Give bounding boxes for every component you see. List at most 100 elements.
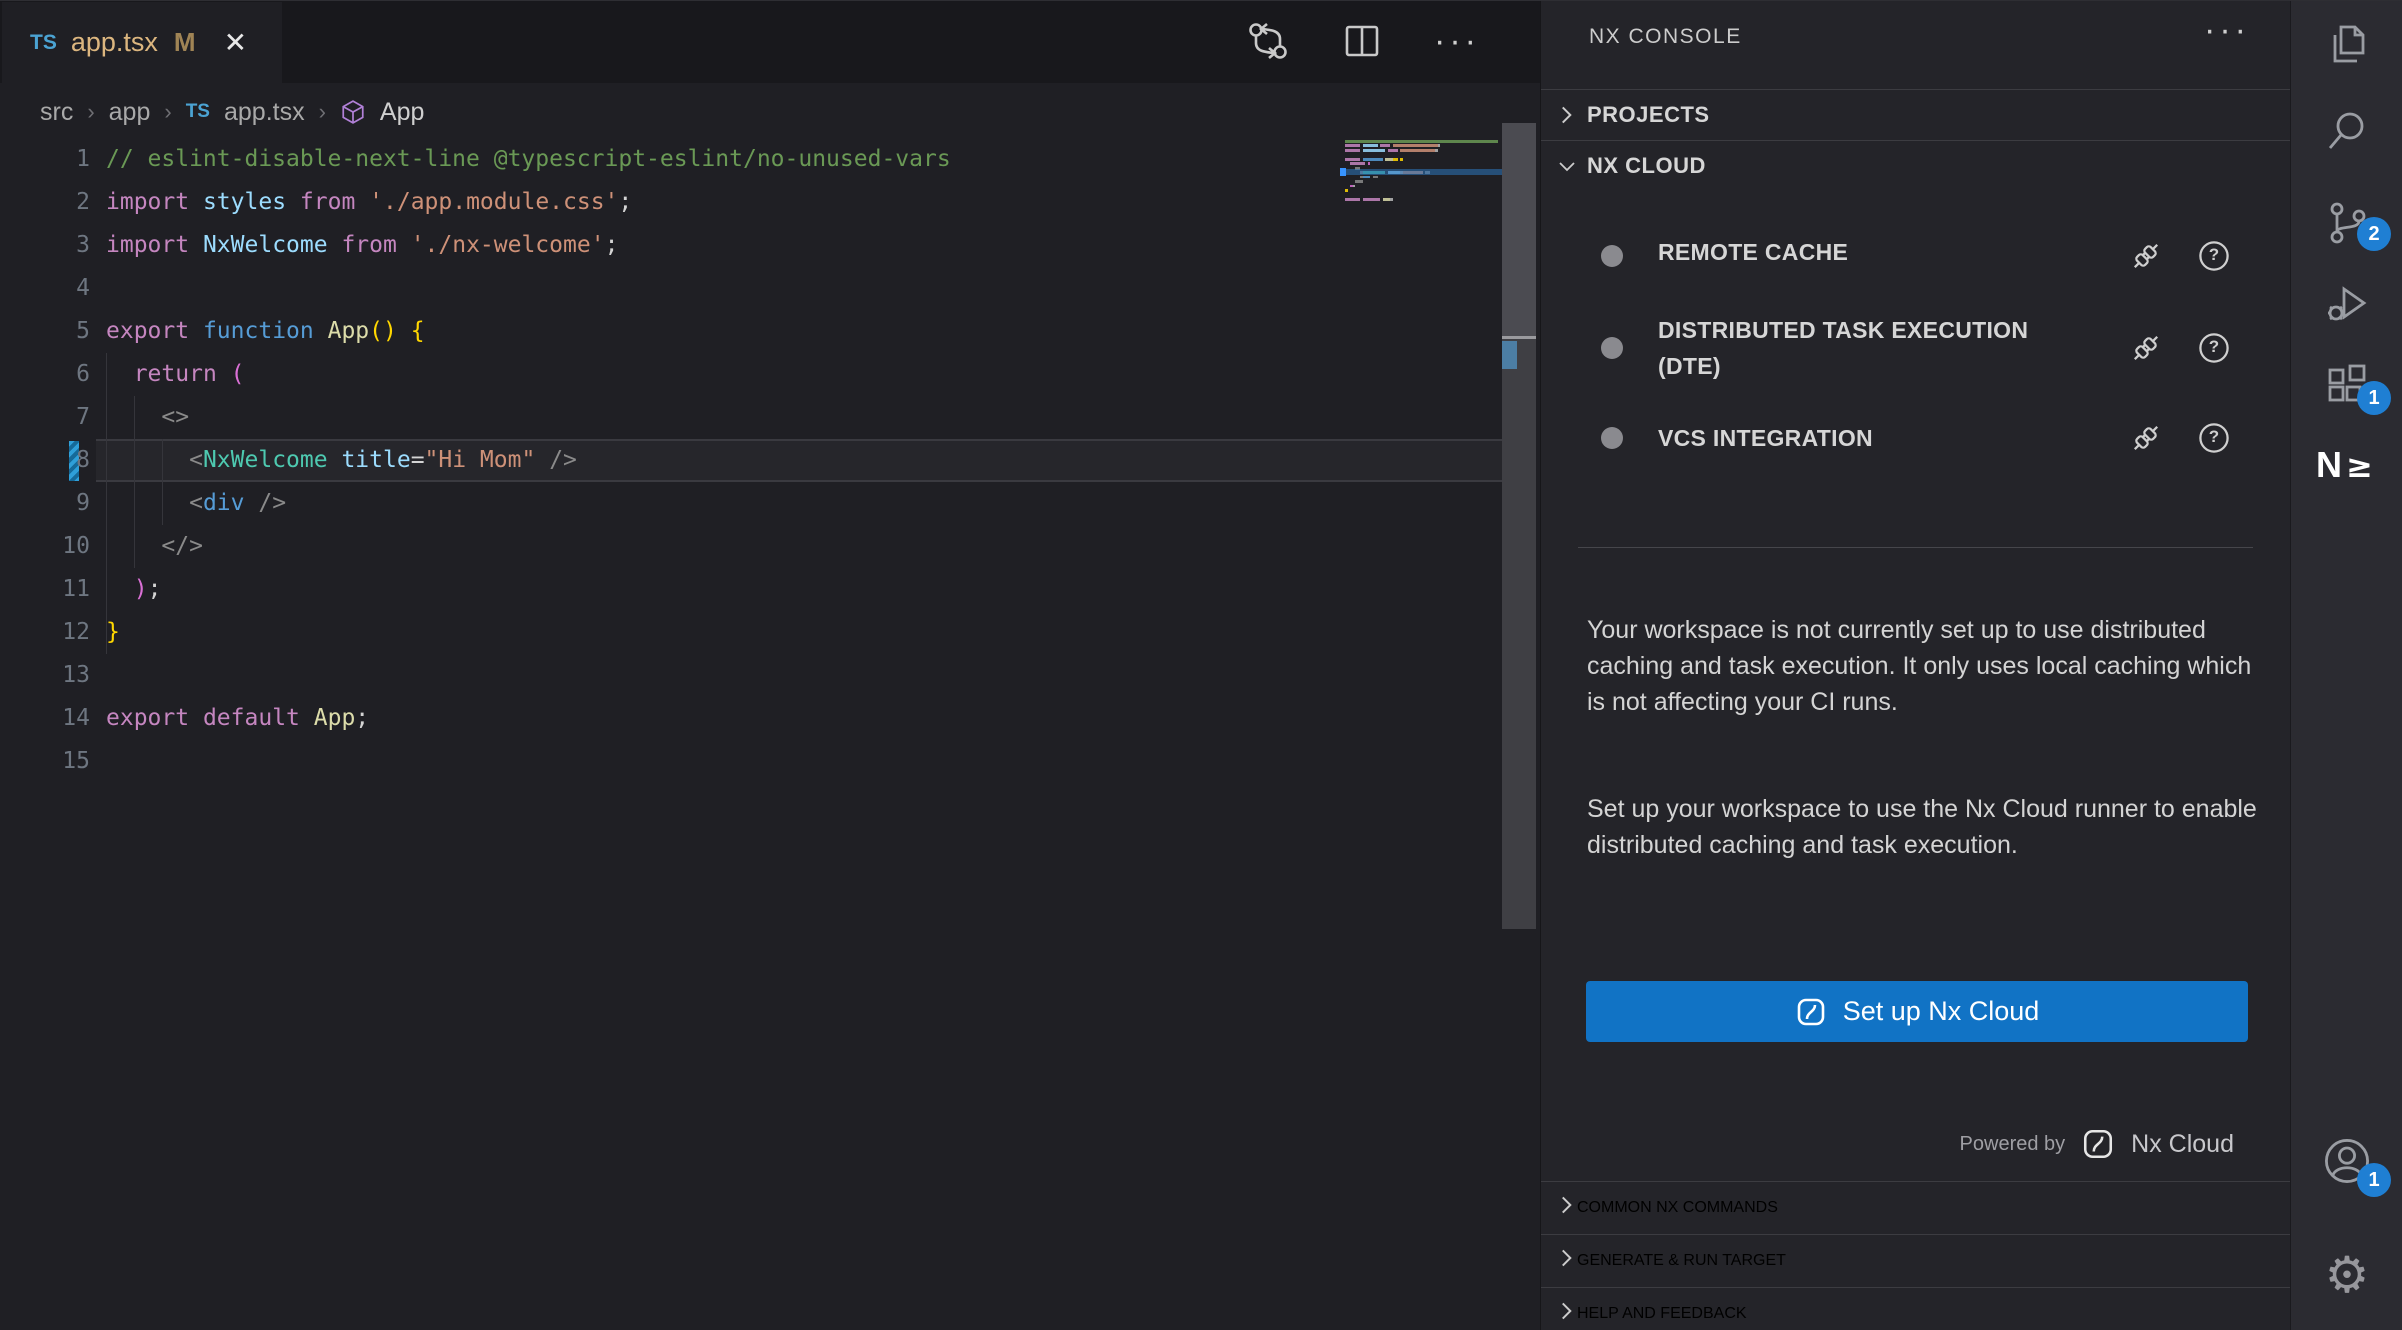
nx-console-panel: NX CONSOLE ··· PROJECTS NX CLOUD REMOTE … bbox=[1540, 1, 2290, 1330]
code-editor[interactable]: 1// eslint-disable-next-line @typescript… bbox=[0, 138, 1502, 783]
minimap-line bbox=[1345, 144, 1503, 147]
code-line[interactable]: 7 <> bbox=[0, 396, 1502, 439]
more-actions-icon[interactable]: ··· bbox=[1434, 19, 1480, 63]
code-line[interactable]: 14export default App; bbox=[0, 697, 1502, 740]
code-line[interactable]: 8 <NxWelcome title="Hi Mom" /> bbox=[0, 439, 1502, 482]
code-line[interactable]: 6 return ( bbox=[0, 353, 1502, 396]
editor-scrollbar[interactable] bbox=[1502, 123, 1536, 929]
code-line[interactable]: 1// eslint-disable-next-line @typescript… bbox=[0, 138, 1502, 181]
line-number: 11 bbox=[0, 568, 90, 611]
modified-indicator: M bbox=[174, 27, 196, 58]
activity-bar: 2 1 N ≥ 1 ⚙ bbox=[2290, 1, 2402, 1330]
section-projects[interactable]: PROJECTS bbox=[1541, 90, 2291, 140]
line-number: 1 bbox=[0, 138, 90, 181]
help-icon[interactable]: ? bbox=[2197, 421, 2231, 460]
minimap-line bbox=[1345, 149, 1503, 152]
chevron-down-icon bbox=[1555, 154, 1581, 178]
code-line[interactable]: 4 bbox=[0, 267, 1502, 310]
powered-by: Powered by Nx Cloud bbox=[1960, 1127, 2234, 1161]
line-number: 13 bbox=[0, 654, 90, 697]
breadcrumb-file[interactable]: app.tsx bbox=[224, 98, 305, 127]
code-line[interactable]: 12} bbox=[0, 611, 1502, 654]
svg-text:≥: ≥ bbox=[2346, 447, 2373, 485]
code-line[interactable]: 2import styles from './app.module.css'; bbox=[0, 181, 1502, 224]
code-line[interactable]: 10 </> bbox=[0, 525, 1502, 568]
chevron-right-icon bbox=[1555, 1245, 1577, 1276]
code-line[interactable]: 15 bbox=[0, 740, 1502, 783]
panel-title: NX CONSOLE bbox=[1589, 25, 1742, 49]
run-debug-icon[interactable] bbox=[2291, 259, 2402, 347]
open-changes-icon[interactable] bbox=[1246, 19, 1290, 63]
line-number: 4 bbox=[0, 267, 90, 310]
vscode-window: TS app.tsx M ✕ ··· src › bbox=[0, 0, 2402, 1330]
setup-hint-text: Set up your workspace to use the Nx Clou… bbox=[1587, 791, 2259, 863]
line-number: 12 bbox=[0, 611, 90, 654]
help-icon[interactable]: ? bbox=[2197, 331, 2231, 370]
editor-toolbar: ··· bbox=[1246, 19, 1480, 63]
tab-filename: app.tsx bbox=[71, 27, 158, 58]
code-line[interactable]: 11 ); bbox=[0, 568, 1502, 611]
minimap-line bbox=[1345, 158, 1503, 161]
explorer-icon[interactable] bbox=[2291, 1, 2402, 89]
accounts-icon[interactable]: 1 bbox=[2291, 1117, 2402, 1205]
scrollbar-slider[interactable] bbox=[1502, 123, 1536, 337]
line-number: 7 bbox=[0, 396, 90, 439]
minimap-line bbox=[1345, 176, 1503, 179]
line-number: 14 bbox=[0, 697, 90, 740]
minimap-line bbox=[1345, 153, 1503, 156]
minimap-line bbox=[1345, 203, 1503, 206]
code-line[interactable]: 13 bbox=[0, 654, 1502, 697]
feature-label: DISTRIBUTED TASK EXECUTION (DTE) bbox=[1658, 312, 2078, 384]
section-common-nx-commands[interactable]: COMMON NX COMMANDS bbox=[1541, 1182, 2291, 1233]
nx-cloud-icon bbox=[1795, 996, 1827, 1028]
symbol-cube-icon bbox=[340, 99, 366, 125]
minimap-line bbox=[1345, 194, 1503, 197]
code-line[interactable]: 3import NxWelcome from './nx-welcome'; bbox=[0, 224, 1502, 267]
close-tab-icon[interactable]: ✕ bbox=[224, 26, 247, 59]
line-number: 9 bbox=[0, 482, 90, 525]
breadcrumb-symbol[interactable]: App bbox=[380, 98, 424, 127]
account-badge: 1 bbox=[2357, 1163, 2391, 1197]
section-nx-cloud[interactable]: NX CLOUD bbox=[1541, 141, 2291, 191]
nx-console-icon[interactable]: N ≥ bbox=[2291, 421, 2402, 509]
connect-plug-icon[interactable] bbox=[2129, 331, 2163, 370]
breadcrumb: src › app › TS app.tsx › App bbox=[40, 89, 424, 135]
search-icon[interactable] bbox=[2291, 87, 2402, 175]
minimap-line bbox=[1345, 198, 1503, 201]
code-line[interactable]: 5export function App() { bbox=[0, 310, 1502, 353]
nx-cloud-icon bbox=[2081, 1127, 2115, 1161]
breadcrumb-separator: › bbox=[164, 99, 171, 125]
connect-plug-icon[interactable] bbox=[2129, 239, 2163, 278]
minimap-current-line bbox=[1340, 169, 1503, 175]
minimap-line bbox=[1345, 189, 1503, 192]
code-line[interactable]: 9 <div /> bbox=[0, 482, 1502, 525]
settings-gear-icon[interactable]: ⚙ bbox=[2291, 1231, 2402, 1319]
panel-more-actions-icon[interactable]: ··· bbox=[2204, 11, 2250, 50]
tab-bar: TS app.tsx M ✕ ··· bbox=[0, 1, 1540, 83]
section-help-and-feedback[interactable]: HELP AND FEEDBACK bbox=[1541, 1288, 2291, 1330]
line-number: 5 bbox=[0, 310, 90, 353]
minimap-line bbox=[1345, 180, 1503, 183]
breadcrumb-separator: › bbox=[319, 99, 326, 125]
status-dot bbox=[1601, 337, 1623, 359]
source-control-icon[interactable]: 2 bbox=[2291, 179, 2402, 267]
help-icon[interactable]: ? bbox=[2197, 239, 2231, 278]
setup-nx-cloud-button[interactable]: Set up Nx Cloud bbox=[1586, 981, 2248, 1042]
line-number: 15 bbox=[0, 740, 90, 783]
split-editor-icon[interactable] bbox=[1340, 19, 1384, 63]
feature-label: REMOTE CACHE bbox=[1658, 234, 2078, 270]
workspace-status-text: Your workspace is not currently set up t… bbox=[1587, 612, 2259, 720]
extensions-icon[interactable]: 1 bbox=[2291, 341, 2402, 429]
breadcrumb-src[interactable]: src bbox=[40, 98, 73, 127]
typescript-file-icon: TS bbox=[30, 31, 57, 55]
breadcrumb-app[interactable]: app bbox=[109, 98, 151, 127]
connect-plug-icon[interactable] bbox=[2129, 421, 2163, 460]
section-generate-run-target[interactable]: GENERATE & RUN TARGET bbox=[1541, 1235, 2291, 1286]
line-number: 6 bbox=[0, 353, 90, 396]
chevron-right-icon bbox=[1555, 1192, 1577, 1223]
minimap-line bbox=[1345, 162, 1503, 165]
line-number: 10 bbox=[0, 525, 90, 568]
chevron-right-icon bbox=[1555, 1298, 1577, 1329]
tab-app-tsx[interactable]: TS app.tsx M ✕ bbox=[2, 2, 282, 83]
overview-modified-marker bbox=[1502, 341, 1517, 369]
